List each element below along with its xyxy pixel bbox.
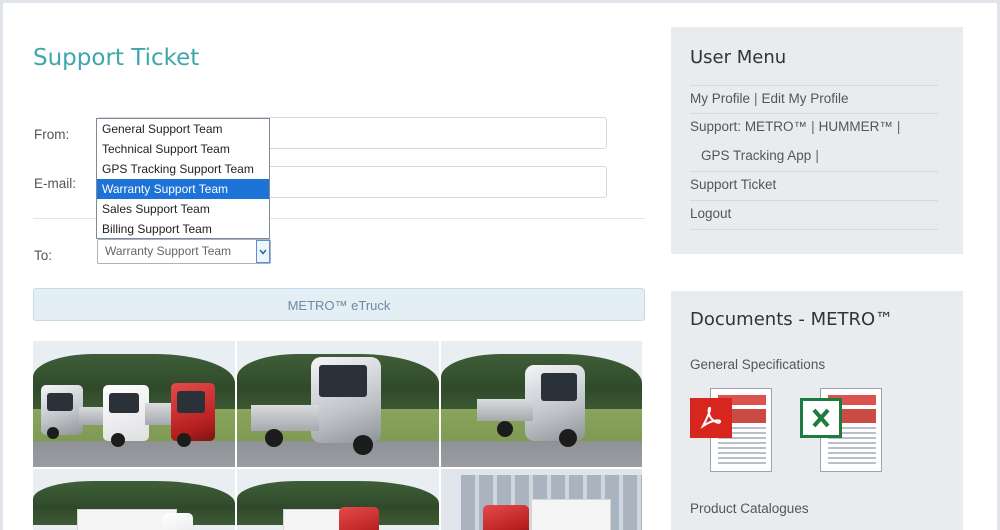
product-catalogues-label: Product Catalogues: [690, 501, 809, 516]
page-title: Support Ticket: [33, 45, 200, 71]
option-technical-support[interactable]: Technical Support Team: [97, 139, 269, 159]
to-select[interactable]: Warranty Support Team: [97, 239, 271, 264]
excel-file-icon[interactable]: [800, 388, 882, 474]
photo-box-truck-building[interactable]: [441, 469, 642, 530]
edit-profile-link[interactable]: Edit My Profile: [762, 91, 849, 106]
separator: |: [896, 119, 901, 134]
user-menu-panel: User Menu My Profile | Edit My Profile Sup…: [671, 27, 963, 254]
email-label: E-mail:: [34, 176, 77, 191]
support-label: Support:: [690, 119, 742, 134]
general-specs-label: General Specifications: [690, 357, 826, 372]
excel-badge: [800, 398, 842, 438]
page: Support Ticket From: E-mail: To: Warrant…: [3, 3, 997, 530]
support-ticket-row: Support Ticket: [690, 172, 938, 201]
chevron-down-icon[interactable]: [256, 240, 270, 263]
product-photo-grid: [33, 341, 642, 530]
support-hummer-link[interactable]: HUMMER™: [819, 119, 893, 134]
documents-title: Documents - METRO™: [690, 309, 894, 330]
to-dropdown-list: General Support Team Technical Support T…: [96, 118, 270, 239]
to-label: To:: [34, 248, 53, 263]
option-billing-support[interactable]: Billing Support Team: [97, 219, 269, 239]
separator: |: [754, 91, 758, 106]
option-warranty-support[interactable]: Warranty Support Team: [97, 179, 269, 199]
option-gps-tracking-support[interactable]: GPS Tracking Support Team: [97, 159, 269, 179]
to-selected-value: Warranty Support Team: [105, 244, 232, 258]
my-profile-link[interactable]: My Profile: [690, 91, 750, 106]
separator: |: [815, 148, 819, 163]
photo-three-trucks[interactable]: [33, 341, 235, 467]
photo-silver-truck-front[interactable]: [237, 341, 439, 467]
photo-box-truck-white[interactable]: [33, 469, 235, 530]
option-general-support[interactable]: General Support Team: [97, 119, 269, 139]
photo-box-truck-red[interactable]: [237, 469, 439, 530]
logout-row: Logout: [690, 201, 938, 230]
gps-tracking-app-link[interactable]: GPS Tracking App: [701, 148, 811, 163]
support-row: Support: METRO™ | HUMMER™ |: [690, 114, 938, 143]
user-menu-title: User Menu: [690, 47, 787, 68]
from-label: From:: [34, 127, 70, 142]
product-banner[interactable]: METRO™ eTruck: [33, 288, 645, 321]
pdf-file-icon[interactable]: [690, 388, 772, 474]
photo-silver-truck-side[interactable]: [441, 341, 642, 467]
profile-row: My Profile | Edit My Profile: [690, 85, 938, 114]
pdf-badge: [690, 398, 732, 438]
support-ticket-link[interactable]: Support Ticket: [690, 177, 776, 192]
option-sales-support[interactable]: Sales Support Team: [97, 199, 269, 219]
logout-link[interactable]: Logout: [690, 206, 731, 221]
documents-panel: Documents - METRO™ General Specification…: [671, 291, 963, 530]
separator: |: [811, 119, 815, 134]
support-metro-link[interactable]: METRO™: [745, 119, 807, 134]
gps-row: GPS Tracking App |: [690, 143, 938, 172]
